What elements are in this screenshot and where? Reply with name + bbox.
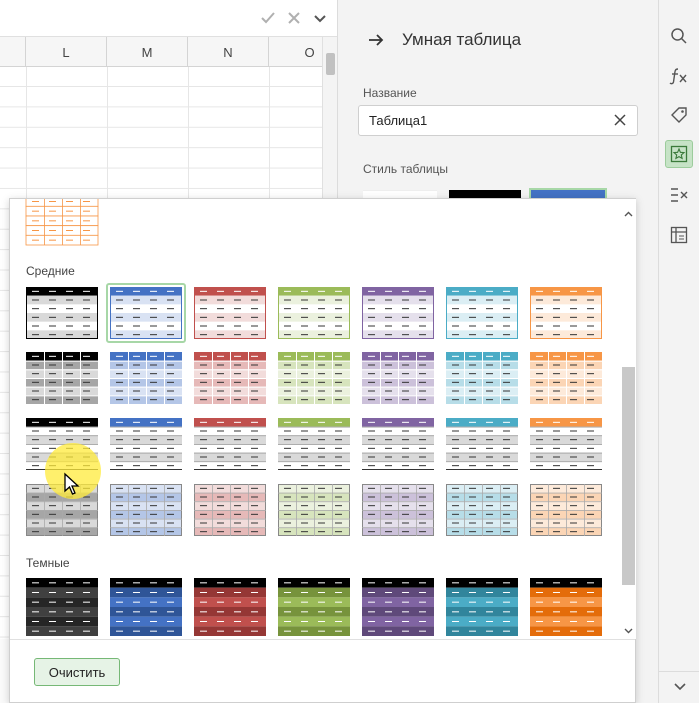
table-style-medium-8[interactable] xyxy=(26,352,98,404)
table-style-icon[interactable] xyxy=(665,140,693,168)
close-icon[interactable] xyxy=(285,9,303,27)
table-style-medium-11[interactable] xyxy=(278,352,350,404)
chevron-down-icon[interactable] xyxy=(311,9,329,27)
clear-icon[interactable] xyxy=(613,113,627,127)
app-window: L M N O Умная таблица Название Стиль таб… xyxy=(0,0,699,703)
sheet-scroll-thumb[interactable] xyxy=(326,53,335,75)
table-style-dark-7[interactable] xyxy=(530,578,602,636)
table-style-medium-4[interactable] xyxy=(278,287,350,339)
table-style-dark-5[interactable] xyxy=(362,578,434,636)
table-style-medium-5[interactable] xyxy=(362,287,434,339)
table-style-medium-26[interactable] xyxy=(362,484,434,536)
table-style-medium-10[interactable] xyxy=(194,352,266,404)
popup-scroll-thumb[interactable] xyxy=(622,367,635,585)
table-style-medium-24[interactable] xyxy=(194,484,266,536)
table-style-dark-1[interactable] xyxy=(26,578,98,636)
clear-button[interactable]: Очистить xyxy=(34,658,120,686)
remove-duplicates-icon[interactable] xyxy=(665,181,693,209)
search-icon[interactable] xyxy=(665,22,693,50)
column-header-n[interactable]: N xyxy=(188,37,269,67)
table-style-medium-27[interactable] xyxy=(446,484,518,536)
column-header-m[interactable]: M xyxy=(107,37,188,67)
column-header-l[interactable]: L xyxy=(26,37,107,67)
formula-bar xyxy=(0,0,337,37)
table-style-medium-28[interactable] xyxy=(530,484,602,536)
column-header-partial[interactable] xyxy=(0,37,26,67)
table-style-dark-2[interactable] xyxy=(110,578,182,636)
table-style-medium-18[interactable] xyxy=(278,418,350,470)
table-style-medium-2[interactable] xyxy=(106,283,186,343)
panel-title: Умная таблица xyxy=(402,30,522,49)
column-header-row: L M N O xyxy=(0,37,322,67)
popup-footer: Очистить xyxy=(10,639,635,702)
check-icon[interactable] xyxy=(259,9,277,27)
table-style-medium-23[interactable] xyxy=(110,484,182,536)
sidebar-collapse[interactable] xyxy=(659,671,699,703)
table-style-medium-1[interactable] xyxy=(26,287,98,339)
table-style-medium-14[interactable] xyxy=(530,352,602,404)
right-toolbar xyxy=(658,0,699,703)
table-style-medium-13[interactable] xyxy=(446,352,518,404)
table-name-field[interactable] xyxy=(358,105,638,136)
function-icon[interactable] xyxy=(665,62,693,90)
chevron-down-icon[interactable] xyxy=(673,679,687,696)
table-style-medium-20[interactable] xyxy=(446,418,518,470)
table-name-input[interactable] xyxy=(359,106,599,135)
table-style-dark-3[interactable] xyxy=(194,578,266,636)
table-style-thumbnails xyxy=(25,199,602,636)
table-style-medium-16[interactable] xyxy=(110,418,182,470)
section-title-medium: Средние xyxy=(26,264,75,278)
table-style-medium-7[interactable] xyxy=(530,287,602,339)
name-label: Название xyxy=(363,86,417,100)
table-style-medium-3[interactable] xyxy=(194,287,266,339)
table-style-medium-25[interactable] xyxy=(278,484,350,536)
table-style-dark-4[interactable] xyxy=(278,578,350,636)
arrow-right-icon[interactable] xyxy=(366,30,386,50)
pivot-table-icon[interactable] xyxy=(665,221,693,249)
table-style-medium-21[interactable] xyxy=(530,418,602,470)
table-style-medium-19[interactable] xyxy=(362,418,434,470)
popup-vertical-scrollbar[interactable] xyxy=(621,199,636,639)
table-style-list[interactable]: Средние Темные xyxy=(10,199,621,639)
section-title-dark: Темные xyxy=(26,556,70,570)
chevron-down-icon[interactable] xyxy=(623,625,634,636)
mouse-cursor-icon xyxy=(63,472,81,496)
table-style-medium-12[interactable] xyxy=(362,352,434,404)
table-style-light-partial[interactable] xyxy=(25,199,99,246)
tag-icon[interactable] xyxy=(665,101,693,129)
table-style-dark-6[interactable] xyxy=(446,578,518,636)
table-style-medium-9[interactable] xyxy=(110,352,182,404)
table-style-dropdown: Средние Темные Очистить xyxy=(9,198,636,703)
table-style-medium-17[interactable] xyxy=(194,418,266,470)
table-style-medium-6[interactable] xyxy=(446,287,518,339)
chevron-up-icon[interactable] xyxy=(623,209,634,220)
table-style-label: Стиль таблицы xyxy=(363,162,449,176)
